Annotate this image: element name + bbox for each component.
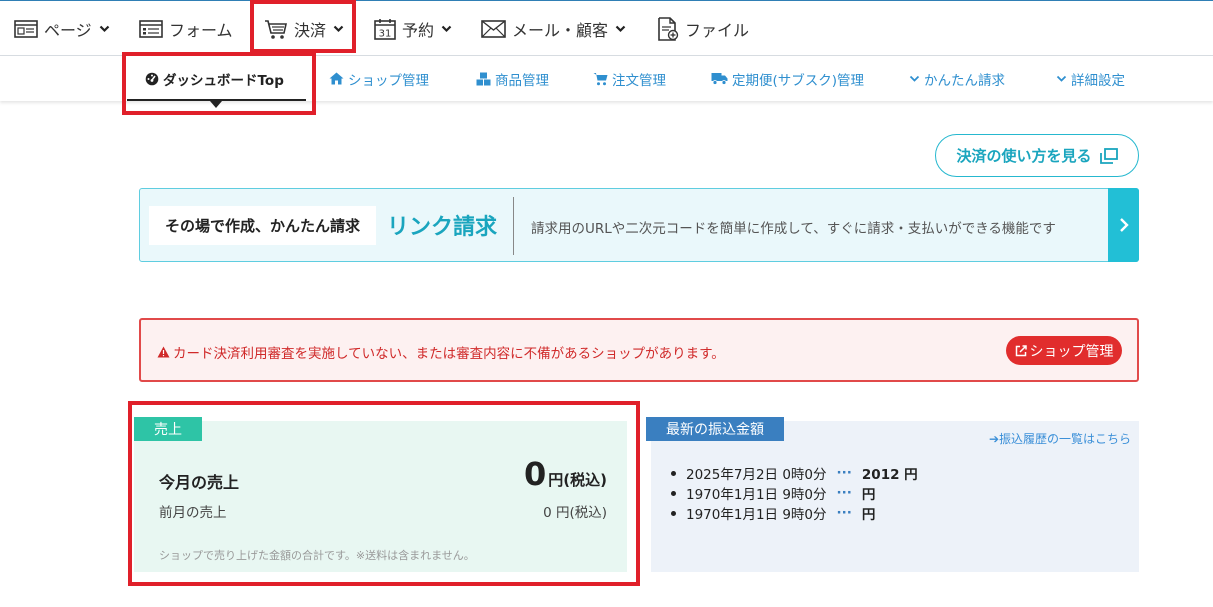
- banner-divider: [513, 197, 514, 255]
- transfer-amount: 円: [861, 507, 876, 523]
- tab-orders-label: 注文管理: [612, 72, 666, 89]
- cart-icon: [593, 72, 608, 85]
- alert-message: カード決済利用審査を実施していない、または審査内容に不備があるショップがあります…: [157, 342, 725, 362]
- tab-subscription-label: 定期便(サブスク)管理: [732, 72, 865, 89]
- chevron-down-icon: [441, 25, 452, 33]
- transfer-date: 1970年1月1日 9時0分: [686, 507, 827, 523]
- transfer-date: 2025年7月2日 0時0分: [686, 467, 827, 483]
- warning-icon: [157, 346, 170, 358]
- tab-products-label: 商品管理: [495, 72, 549, 89]
- alert-button-label: ショップ管理: [1029, 343, 1114, 360]
- tab-shop-management[interactable]: ショップ管理: [329, 56, 429, 101]
- transfer-amount: 2012 円: [861, 467, 918, 483]
- banner-arrow-button[interactable]: [1108, 188, 1139, 262]
- tab-subscription[interactable]: 定期便(サブスク)管理: [711, 56, 864, 101]
- banner-tag: その場で作成、かんたん請求: [149, 206, 376, 245]
- sales-tag: 売上: [134, 417, 202, 441]
- transfer-history-link[interactable]: ➔振込履歴の一覧はこちら: [989, 430, 1131, 447]
- latest-transfer-card: 最新の振込金額 ➔振込履歴の一覧はこちら 2025年7月2日 0時0分 ··· 20…: [646, 417, 1139, 572]
- card-review-alert: カード決済利用審査を実施していない、または審査内容に不備があるショップがあります…: [139, 318, 1139, 382]
- nav-file-label: ファイル: [685, 21, 750, 40]
- nav-file[interactable]: ファイル: [657, 1, 749, 57]
- highlight-payment-menu: [250, 0, 356, 53]
- cubes-icon: [476, 72, 491, 85]
- page-icon: [14, 20, 38, 38]
- sales-note: ショップで売り上げた金額の合計です。※送料は含まれません。: [159, 549, 475, 562]
- banner-description: 請求用のURLや二次元コードを簡単に作成して、すぐに請求・支払いができる機能です: [531, 221, 1056, 237]
- alert-shop-management-button[interactable]: ショップ管理: [1006, 336, 1122, 365]
- tab-detail-settings-label: 詳細設定: [1071, 72, 1125, 89]
- home-icon: [329, 72, 344, 85]
- chevron-down-icon: [99, 25, 109, 33]
- form-icon: [139, 20, 163, 38]
- banner-title: リンク請求: [387, 215, 498, 240]
- transfer-entry: 1970年1月1日 9時0分 ··· 円: [671, 483, 918, 503]
- alert-text: カード決済利用審査を実施していない、または審査内容に不備があるショップがあります…: [173, 346, 725, 362]
- this-month-sales-label: 今月の売上: [159, 473, 240, 492]
- tab-detail-settings[interactable]: 詳細設定: [1056, 56, 1125, 101]
- highlight-dashboard-tab: [122, 52, 316, 115]
- nav-mail-label: メール・顧客: [512, 21, 609, 40]
- transfer-entry: 1970年1月1日 9時0分 ··· 円: [671, 503, 918, 523]
- tab-easy-invoice-label: かんたん請求: [924, 72, 1005, 89]
- last-month-sales-value: 0 円(税込): [543, 505, 607, 521]
- tab-easy-invoice[interactable]: かんたん請求: [909, 56, 1005, 101]
- chevron-down-icon: [615, 25, 626, 33]
- this-month-sales-number: 0: [524, 455, 547, 493]
- transfer-amount: 円: [861, 487, 876, 503]
- transfer-tag: 最新の振込金額: [646, 417, 784, 441]
- tab-shop-management-label: ショップ管理: [348, 72, 429, 89]
- sales-card: 売上 今月の売上 0 円(税込) 前月の売上 0 円(税込) ショップで売り上げ…: [134, 417, 627, 572]
- transfer-entry: 2025年7月2日 0時0分 ··· 2012 円: [671, 463, 918, 483]
- this-month-sales-value: 0 円(税込): [524, 455, 607, 493]
- chevron-down-icon: [909, 75, 920, 82]
- nav-reservation[interactable]: 31 予約: [374, 1, 452, 57]
- nav-form[interactable]: フォーム: [139, 1, 233, 57]
- truck-icon: [711, 73, 728, 85]
- tab-products[interactable]: 商品管理: [476, 56, 549, 101]
- svg-text:31: 31: [379, 29, 392, 40]
- external-link-icon: [1015, 344, 1027, 356]
- nav-form-label: フォーム: [169, 21, 233, 40]
- tab-orders[interactable]: 注文管理: [593, 56, 666, 101]
- nav-page[interactable]: ページ: [14, 1, 110, 57]
- nav-reservation-label: 予約: [402, 21, 435, 40]
- transfer-list: 2025年7月2日 0時0分 ··· 2012 円 1970年1月1日 9時0分 ··…: [671, 463, 918, 523]
- nav-mail[interactable]: メール・顧客: [481, 1, 626, 57]
- top-nav: ページ フォーム 決済 31 予約 メール・顧客 ファイル: [0, 0, 1213, 56]
- calendar-icon: 31: [374, 19, 396, 40]
- file-icon: [658, 17, 679, 41]
- last-month-sales-label: 前月の売上: [159, 505, 227, 521]
- chevron-right-icon: [1119, 218, 1129, 232]
- mail-icon: [481, 20, 506, 38]
- nav-page-label: ページ: [44, 21, 92, 40]
- this-month-sales-unit: 円(税込): [548, 471, 607, 489]
- payment-howto-button[interactable]: 決済の使い方を見る: [935, 134, 1139, 177]
- transfer-date: 1970年1月1日 9時0分: [686, 487, 827, 503]
- external-window-icon: [1099, 147, 1118, 164]
- payment-howto-label: 決済の使い方を見る: [956, 147, 1092, 165]
- link-invoice-banner[interactable]: その場で作成、かんたん請求 リンク請求 請求用のURLや二次元コードを簡単に作成…: [139, 188, 1139, 262]
- chevron-down-icon: [1056, 75, 1067, 82]
